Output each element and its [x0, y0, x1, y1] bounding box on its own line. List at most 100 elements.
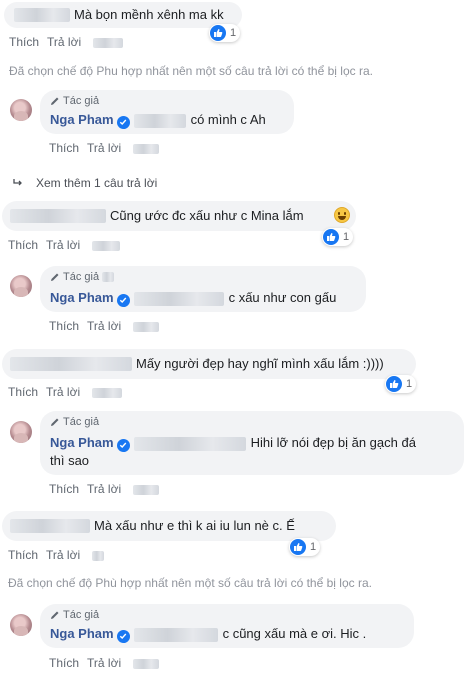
reply-button[interactable]: Trả lời	[47, 35, 81, 49]
filter-notice: Đã chọn chế độ Phu hợp nhất nên một số c…	[9, 64, 373, 78]
reply-text-line-1: Hihi lỡ nói đẹp bị ăn gạch đá	[250, 435, 416, 450]
blurred-timestamp	[133, 658, 160, 669]
author-name-link[interactable]: Nga Pham	[50, 626, 114, 641]
reply-button[interactable]: Trả lời	[87, 482, 121, 496]
reply-bubble: Tác giả Nga Pham c cũng xấu mà e ơi. Hic …	[40, 604, 414, 648]
like-button[interactable]: Thích	[8, 385, 38, 399]
reply-button[interactable]: Trả lời	[46, 385, 80, 399]
blurred-timestamp	[93, 37, 124, 48]
like-icon	[323, 229, 339, 245]
author-badge-label: Tác giả	[63, 95, 100, 107]
comment-actions: Thích Trả lời	[9, 35, 131, 49]
blurred-timestamp	[133, 143, 160, 154]
like-icon	[210, 25, 226, 41]
reply-bubble: Tác giả Nga Pham có mình c Ah	[40, 90, 294, 134]
comment-actions: Thích Trả lời	[8, 385, 130, 399]
reaction-summary[interactable]: 1	[385, 375, 417, 393]
see-more-replies-link[interactable]: Xem thêm 1 câu trả lời	[12, 176, 157, 190]
author-badge: Tác giả	[50, 609, 99, 621]
reply-text-line-2: thì sao	[50, 453, 90, 468]
blurred-mention	[133, 436, 246, 451]
author-avatar[interactable]	[10, 99, 32, 121]
verified-badge-icon	[116, 438, 130, 452]
blurred-timestamp	[133, 321, 160, 332]
author-badge-label: Tác giả	[63, 416, 100, 428]
comment-bubble: Mà xấu như e thì k ai iu lun nè c. Ế	[2, 511, 336, 541]
blurred-username	[10, 519, 90, 533]
pencil-icon	[51, 418, 59, 426]
reaction-count: 1	[406, 378, 413, 390]
blurred-mention	[133, 113, 186, 128]
like-button[interactable]: Thích	[9, 35, 39, 49]
pencil-icon	[51, 273, 59, 281]
comment-actions: Thích Trả lời	[8, 238, 128, 252]
reply-actions: Thích Trả lời	[49, 482, 167, 496]
reaction-summary[interactable]: 1	[322, 228, 354, 246]
reply-button[interactable]: Trả lời	[46, 548, 80, 562]
reply-button[interactable]: Trả lời	[87, 656, 121, 670]
author-name-link[interactable]: Nga Pham	[50, 112, 114, 127]
like-button[interactable]: Thích	[49, 656, 79, 670]
author-avatar[interactable]	[10, 275, 32, 297]
author-avatar[interactable]	[10, 614, 32, 636]
reply-text: c cũng xấu mà e ơi. Hic .	[222, 626, 367, 641]
author-badge-label: Tác giả	[63, 271, 100, 283]
grinning-emoji-icon	[334, 207, 350, 223]
reaction-summary[interactable]: 1	[209, 24, 241, 42]
comment-text: Cũng ước đc xấu như c Mina lắm	[110, 208, 304, 223]
comment-bubble: Mà bọn mềnh xênh ma kk	[4, 2, 242, 28]
like-icon	[386, 376, 402, 392]
blurred-username	[14, 8, 70, 22]
blurred-mention	[133, 627, 218, 642]
reply-arrow-icon	[13, 179, 22, 186]
author-badge-label: Tác giả	[63, 609, 100, 621]
author-badge: Tác giả	[50, 271, 115, 283]
reply-button[interactable]: Trả lời	[87, 319, 121, 333]
pencil-icon	[51, 611, 59, 619]
comment-text: Mấy người đẹp hay nghĩ mình xấu lắm :)))…	[136, 356, 384, 371]
blurred-timestamp	[92, 550, 105, 561]
reply-text: có mình c Ah	[190, 112, 266, 127]
reply-bubble: Tác giả Nga Pham Hihi lỡ nói đẹp bị ăn gạ…	[40, 411, 464, 475]
filter-notice: Đã chọn chế độ Phù hợp nhất nên một số c…	[8, 576, 372, 590]
reply-bubble: Tác giả Nga Pham c xấu như con gấu	[40, 266, 366, 312]
blurred-timestamp	[92, 387, 123, 398]
verified-badge-icon	[116, 115, 130, 129]
like-button[interactable]: Thích	[49, 482, 79, 496]
reply-button[interactable]: Trả lời	[46, 238, 80, 252]
author-badge: Tác giả	[50, 95, 99, 107]
reaction-count: 1	[343, 231, 350, 243]
blurred-timestamp	[133, 484, 160, 495]
author-name-link[interactable]: Nga Pham	[50, 290, 114, 305]
author-avatar[interactable]	[10, 421, 32, 443]
pencil-icon	[51, 97, 59, 105]
reaction-count: 1	[230, 27, 237, 39]
like-button[interactable]: Thích	[8, 548, 38, 562]
like-button[interactable]: Thích	[49, 319, 79, 333]
see-more-label: Xem thêm 1 câu trả lời	[36, 176, 158, 190]
comment-text: Mà bọn mềnh xênh ma kk	[74, 7, 224, 22]
reply-text: c xấu như con gấu	[228, 290, 337, 305]
blurred-text	[102, 272, 115, 282]
comment-bubble: Mấy người đẹp hay nghĩ mình xấu lắm :)))…	[2, 349, 416, 379]
reaction-count: 1	[310, 541, 317, 553]
blurred-username	[10, 357, 132, 371]
reaction-summary[interactable]: 1	[289, 538, 321, 556]
reply-actions: Thích Trả lời	[49, 656, 167, 670]
like-button[interactable]: Thích	[49, 141, 79, 155]
comment-text: Mà xấu như e thì k ai iu lun nè c. Ế	[94, 518, 295, 533]
verified-badge-icon	[116, 293, 130, 307]
reply-button[interactable]: Trả lời	[87, 141, 121, 155]
comment-bubble: Cũng ước đc xấu như c Mina lắm	[2, 201, 356, 231]
comment-actions: Thích Trả lời	[8, 548, 112, 562]
reply-actions: Thích Trả lời	[49, 141, 167, 155]
author-name-link[interactable]: Nga Pham	[50, 435, 114, 450]
verified-badge-icon	[116, 629, 130, 643]
blurred-timestamp	[92, 240, 121, 251]
like-button[interactable]: Thích	[8, 238, 38, 252]
blurred-mention	[133, 291, 224, 306]
reply-actions: Thích Trả lời	[49, 319, 167, 333]
like-icon	[290, 539, 306, 555]
author-badge: Tác giả	[50, 416, 99, 428]
blurred-username	[10, 209, 106, 223]
